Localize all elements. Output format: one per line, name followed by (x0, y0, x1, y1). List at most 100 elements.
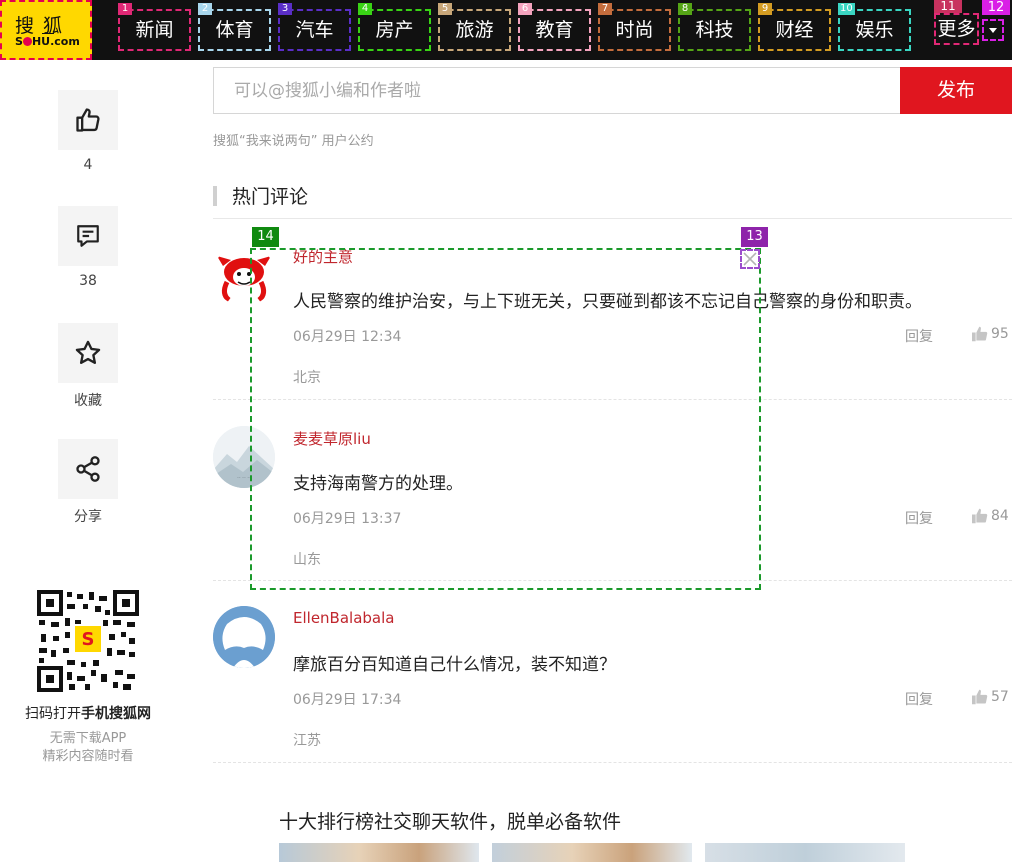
comment-text: 支持海南警方的处理。 (293, 474, 463, 494)
qr-code-icon: S (37, 590, 139, 692)
like-count: 95 (991, 326, 1009, 342)
share-icon (76, 456, 100, 482)
close-badge: 13 (741, 227, 768, 247)
recommend-thumbnail[interactable] (492, 843, 692, 862)
nav-label: 财经 (775, 19, 814, 41)
reply-button[interactable]: 回复 (905, 326, 933, 346)
nav-label: 房产 (375, 19, 414, 41)
comment-location: 山东 (293, 552, 321, 568)
qr-subtitle-1: 无需下载APP (49, 731, 127, 746)
comment-button[interactable] (58, 206, 118, 266)
popup-badge: 14 (252, 227, 279, 247)
nav-item-entertainment[interactable]: 10 娱乐 (838, 3, 911, 51)
publish-button[interactable]: 发布 (900, 67, 1012, 114)
sohu-logo[interactable]: 搜狐 S HU.com (0, 0, 92, 60)
avatar-image (213, 606, 275, 668)
thumbs-up-icon (76, 108, 100, 132)
nav-item-realestate[interactable]: 4 房产 (358, 3, 431, 51)
nav-badge: 8 (678, 3, 692, 15)
svg-text:-- -- --: -- -- -- (237, 475, 251, 481)
close-glyph-icon (743, 252, 757, 266)
reply-button[interactable]: 回复 (905, 689, 933, 709)
comment-location: 北京 (293, 370, 321, 386)
nav-label: 娱乐 (855, 19, 894, 41)
comment-input[interactable] (213, 67, 901, 114)
comment-time: 06月29日 17:34 (293, 692, 402, 708)
recommend-title[interactable]: 十大排行榜社交聊天软件，脱单必备软件 (279, 807, 621, 834)
share-button[interactable] (58, 439, 118, 499)
nav-badge: 3 (278, 3, 292, 15)
nav-item-tech[interactable]: 8 科技 (678, 3, 751, 51)
nav-item-sports[interactable]: 2 体育 (198, 3, 271, 51)
nav-badge: 6 (518, 3, 532, 15)
chevron-down-icon[interactable] (982, 19, 1004, 41)
like-count: 57 (991, 689, 1009, 705)
nav-item-education[interactable]: 6 教育 (518, 3, 591, 51)
logo-divider (42, 33, 54, 34)
collect-button[interactable] (58, 323, 118, 383)
star-icon (75, 340, 101, 364)
nav-item-more[interactable]: 更多 (934, 13, 979, 45)
comment-divider (213, 399, 1012, 400)
logo-domain: S HU.com (15, 35, 80, 48)
svg-text:S: S (82, 629, 95, 650)
like-count: 84 (991, 508, 1009, 524)
nav-item-fashion[interactable]: 7 时尚 (598, 3, 671, 51)
nav-label: 时尚 (615, 19, 654, 41)
comment-username[interactable]: 麦麦草原liu (293, 428, 371, 449)
nav-item-travel[interactable]: 5 旅游 (438, 3, 511, 51)
thumbs-up-icon (972, 508, 988, 524)
nav-label: 旅游 (455, 19, 494, 41)
comment-icon (77, 225, 99, 247)
nav-item-finance[interactable]: 9 财经 (758, 3, 831, 51)
comment-like-button[interactable]: 57 (971, 689, 1009, 705)
comment-count: 38 (79, 273, 97, 289)
nav-badge: 5 (438, 3, 452, 15)
comment-location: 江苏 (293, 733, 321, 749)
nav-label: 教育 (535, 19, 574, 41)
nav-label: 体育 (215, 19, 254, 41)
hot-comments-title: 热门评论 (232, 186, 309, 208)
thumbs-up-icon (972, 326, 988, 342)
comment-username[interactable]: EllenBalabala (293, 609, 394, 627)
recommend-thumbnail[interactable] (279, 843, 479, 862)
nav-item-auto[interactable]: 3 汽车 (278, 3, 351, 51)
recommend-thumbnail[interactable] (705, 843, 905, 862)
share-label: 分享 (74, 509, 102, 525)
nav-badge: 4 (358, 3, 372, 15)
avatar[interactable] (213, 244, 275, 306)
qr-caption: 扫码打开手机搜狐网 (25, 706, 151, 722)
thumbs-up-icon (972, 689, 988, 705)
nav-badge: 10 (838, 3, 855, 15)
nav-label: 新闻 (135, 19, 174, 41)
reply-button[interactable]: 回复 (905, 508, 933, 528)
like-count: 4 (83, 157, 93, 173)
nav-label: 汽车 (295, 19, 334, 41)
comment-text: 人民警察的维护治安，与上下班无关，只要碰到都该不忘记自己警察的身份和职责。 (293, 292, 922, 312)
avatar-image: -- -- -- (213, 426, 275, 488)
dropdown-badge: 12 (982, 0, 1010, 15)
avatar-image (213, 244, 275, 306)
comment-divider (213, 762, 1012, 763)
nav-badge: 7 (598, 3, 612, 15)
more-badge: 11 (934, 0, 962, 13)
nav-badge: 1 (118, 3, 132, 15)
section-marker (213, 186, 217, 206)
user-agreement-link[interactable]: 搜狐“我来说两句” 用户公约 (213, 130, 374, 149)
avatar[interactable]: -- -- -- (213, 426, 275, 488)
comment-username[interactable]: 好的主意 (293, 246, 353, 267)
comment-like-button[interactable]: 84 (971, 508, 1009, 524)
qr-code: S (37, 590, 139, 692)
avatar[interactable] (213, 606, 275, 668)
nav-badge: 9 (758, 3, 772, 15)
nav-item-news[interactable]: 1 新闻 (118, 3, 191, 51)
collect-label: 收藏 (74, 393, 102, 409)
top-nav-bar: 搜狐 S HU.com 1 新闻 2 体育 3 汽车 4 房产 5 旅游 6 教育… (0, 0, 1012, 60)
nav-label: 科技 (695, 19, 734, 41)
nav-badge: 2 (198, 3, 212, 15)
comment-like-button[interactable]: 95 (971, 326, 1009, 342)
close-icon[interactable] (740, 249, 760, 269)
like-button[interactable] (58, 90, 118, 150)
comment-time: 06月29日 13:37 (293, 511, 402, 527)
qr-subtitle-2: 精彩内容随时看 (42, 749, 134, 764)
